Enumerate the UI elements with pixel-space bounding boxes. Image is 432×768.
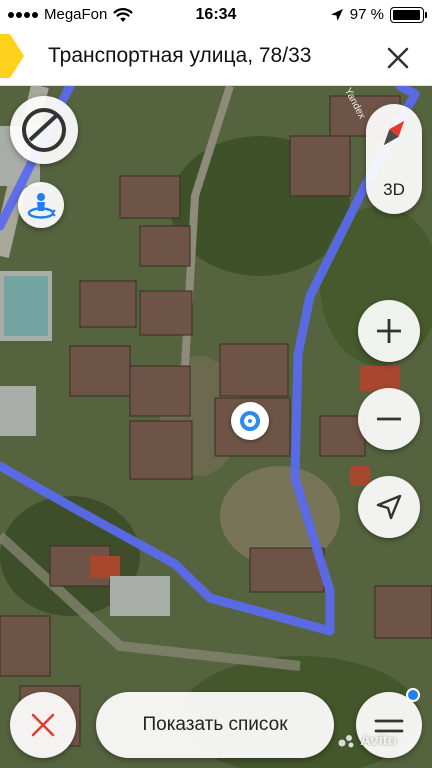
zoom-in-button[interactable] [358,300,420,362]
address-title: Транспортная улица, 78/33 [48,44,312,67]
close-icon [31,713,55,737]
avito-watermark-text: Avito [360,732,397,749]
battery-fill [393,9,421,20]
location-services-icon [330,8,343,21]
compass-icon [383,120,405,146]
close-icon [387,47,409,69]
status-right: 97 % [330,6,427,23]
navigation-arrow-icon [376,494,402,520]
battery-percentage: 97 % [349,6,384,23]
address-header: Транспортная улица, 78/33 [0,30,432,86]
battery-icon [390,6,427,23]
zoom-out-button[interactable] [358,388,420,450]
satellite-map[interactable]: Yandex 3D [0,86,432,768]
locate-me-button[interactable] [358,476,420,538]
layers-icon [22,108,66,152]
cancel-button[interactable] [10,692,76,758]
close-button[interactable] [382,42,414,74]
avito-logo-icon [338,734,354,747]
notification-badge [406,688,420,702]
place-marker-icon [0,34,24,78]
user-location-marker [231,402,269,440]
3d-toggle-label: 3D [383,180,405,199]
show-list-button[interactable]: Показать список [96,692,334,758]
panorama-button[interactable] [18,182,64,228]
location-dot [240,411,260,431]
plus-icon [377,319,401,343]
avito-watermark: Avito [338,732,397,749]
status-bar: MegaFon 16:34 97 % [0,0,432,30]
compass-button[interactable]: 3D [366,104,422,214]
layers-button[interactable] [10,96,78,164]
minus-icon [377,417,401,421]
panorama-icon [27,193,56,219]
